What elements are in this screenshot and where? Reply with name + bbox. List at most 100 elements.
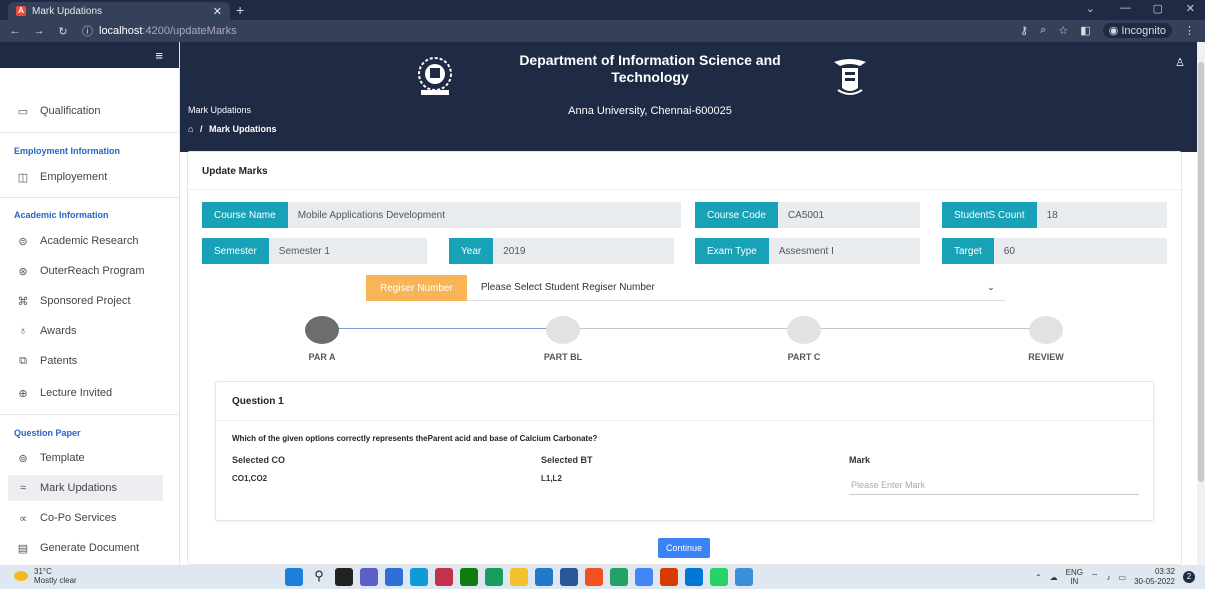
sidebar-item-qualification[interactable]: ▭ Qualification [0, 98, 180, 124]
back-icon[interactable]: ← [6, 25, 24, 37]
sidebar-item-lecture-invited[interactable]: ⊕ Lecture Invited [0, 380, 180, 406]
step-4-circle[interactable] [1029, 316, 1063, 344]
app-l-icon[interactable] [485, 568, 503, 586]
sidebar-top: ≡ [0, 42, 179, 68]
selected-co-label: Selected CO [232, 455, 286, 465]
course-code-label: Course Code [695, 202, 778, 228]
word-icon[interactable] [560, 568, 578, 586]
sidebar-item-label: Co-Po Services [40, 512, 117, 524]
section-employment: Employment Information [14, 146, 121, 156]
wifi-icon[interactable]: ⌔ [1091, 572, 1099, 582]
minimize-icon[interactable]: — [1120, 2, 1131, 14]
close-window-icon[interactable]: ✕ [1186, 2, 1195, 15]
breadcrumb-separator: / [199, 124, 203, 134]
anna-university-logo-icon [418, 57, 452, 95]
patent-icon: ⧉ [19, 354, 27, 367]
new-tab-icon[interactable]: + [236, 2, 244, 18]
target-label: Target [942, 238, 994, 264]
photos-icon[interactable] [735, 568, 753, 586]
sidebar-item-co-po-services[interactable]: ∝ Co-Po Services [0, 505, 180, 531]
breadcrumb-current: Mark Updations [208, 124, 277, 134]
page-scrollbar[interactable] [1197, 42, 1205, 565]
maximize-icon[interactable]: ▢ [1153, 2, 1163, 15]
close-tab-icon[interactable]: ✕ [213, 5, 222, 18]
course-name-label: Course Name [202, 202, 288, 228]
course-name-value: Mobile Applications Development [297, 209, 446, 221]
student-count-field: StudentS Count 18 [942, 202, 1167, 228]
favicon-icon: A [16, 6, 26, 16]
reload-icon[interactable]: ↻ [54, 25, 72, 38]
edge-icon[interactable] [410, 568, 428, 586]
chevron-up-icon: ≈ [19, 482, 27, 494]
language-indicator[interactable]: ENG IN [1066, 568, 1083, 586]
onedrive-icon[interactable]: ☁ [1050, 573, 1058, 582]
whatsapp-icon[interactable] [710, 568, 728, 586]
app-icon[interactable] [435, 568, 453, 586]
year-field: Year 2019 [449, 238, 674, 264]
weather-description: Mostly clear [34, 576, 77, 585]
browser-tab[interactable]: A Mark Updations ✕ [8, 2, 230, 20]
search-icon[interactable]: ⚲ [310, 568, 328, 586]
sidebar-item-academic-research[interactable]: ⊜ Academic Research [0, 228, 180, 254]
widgets-icon[interactable] [385, 568, 403, 586]
task-view-icon[interactable] [335, 568, 353, 586]
bookmark-star-icon[interactable]: ☆ [1058, 24, 1068, 37]
sidebar-item-awards[interactable]: ♁ Awards [0, 318, 180, 344]
incognito-badge[interactable]: ◉ Incognito [1102, 23, 1172, 38]
user-icon[interactable]: ♙ [1175, 56, 1185, 69]
step-1-circle[interactable] [305, 316, 339, 344]
battery-icon[interactable]: ▭ [1119, 573, 1127, 582]
side-panel-icon[interactable]: ◧ [1080, 24, 1090, 37]
sidebar-item-outerreach[interactable]: ⊛ OuterReach Program [0, 258, 180, 284]
zoom-icon[interactable]: ⌕ [1040, 24, 1046, 37]
year-label: Year [449, 238, 494, 264]
clock[interactable]: 03:32 30-05-2022 [1134, 567, 1175, 587]
key-icon[interactable]: ⚷ [1020, 24, 1028, 37]
url-field[interactable]: ⓘ localhost :4200/updateMarks [82, 23, 237, 39]
register-number-placeholder: Please Select Student Regiser Number [480, 282, 655, 293]
app-blue-icon[interactable] [685, 568, 703, 586]
step-3-label: PART C [787, 352, 821, 362]
browser-menu-icon[interactable]: ⋮ [1184, 24, 1195, 37]
teams-chat-icon[interactable] [360, 568, 378, 586]
sidebar-item-sponsored-project[interactable]: ⌘ Sponsored Project [0, 288, 180, 314]
chevron-up-icon[interactable]: ⌃ [1035, 573, 1042, 582]
xbox-icon[interactable] [460, 568, 478, 586]
mark-input[interactable] [849, 475, 1139, 495]
step-2-circle[interactable] [546, 316, 580, 344]
sidebar-item-label: Awards [40, 325, 77, 337]
powerpoint-icon[interactable] [660, 568, 678, 586]
volume-icon[interactable]: ♪ [1107, 573, 1111, 582]
sidebar-item-patents[interactable]: ⧉ Patents [0, 348, 180, 374]
app-orange-icon[interactable] [585, 568, 603, 586]
temperature: 31°C [34, 567, 52, 576]
continue-button[interactable]: Continue [658, 538, 711, 558]
step-3-circle[interactable] [787, 316, 821, 344]
register-number-select[interactable]: Please Select Student Regiser Number ⌄ [466, 275, 1005, 301]
vscode-icon[interactable] [535, 568, 553, 586]
chrome-icon[interactable] [635, 568, 653, 586]
sidebar-item-employement[interactable]: ◫ Employement [0, 164, 180, 190]
url-host: localhost [99, 25, 143, 37]
course-name-field: Course Name Mobile Applications Developm… [202, 202, 681, 228]
menu-toggle-icon[interactable]: ≡ [155, 48, 163, 63]
scrollbar-thumb[interactable] [1198, 62, 1204, 482]
question-title: Question 1 [232, 396, 284, 407]
sidebar-item-mark-updations[interactable]: ≈ Mark Updations [8, 475, 163, 501]
weather-widget[interactable]: 31°C Mostly clear [14, 567, 77, 585]
windows-start-icon[interactable] [285, 568, 303, 586]
home-icon[interactable]: ⌂ [188, 124, 193, 134]
sidebar-item-label: Patents [40, 355, 78, 367]
forward-icon[interactable]: → [30, 25, 48, 37]
notification-icon[interactable]: 2 [1183, 571, 1195, 583]
windows-taskbar: 31°C Mostly clear ⚲ ⌃ ☁ ENG IN ⌔ ♪ ▭ 03:… [0, 565, 1205, 589]
target-field: Target 60 [942, 238, 1167, 264]
app-green-icon[interactable] [610, 568, 628, 586]
tab-search-icon[interactable]: ⌄ [1086, 2, 1095, 15]
university-emblem-icon [834, 59, 866, 95]
document-icon: ▤ [17, 542, 29, 555]
sidebar-item-generate-document[interactable]: ▤ Generate Document [0, 535, 180, 561]
file-explorer-icon[interactable] [510, 568, 528, 586]
url-path: :4200/updateMarks [142, 25, 237, 37]
sidebar-item-template[interactable]: ⊚ Template [0, 445, 180, 471]
